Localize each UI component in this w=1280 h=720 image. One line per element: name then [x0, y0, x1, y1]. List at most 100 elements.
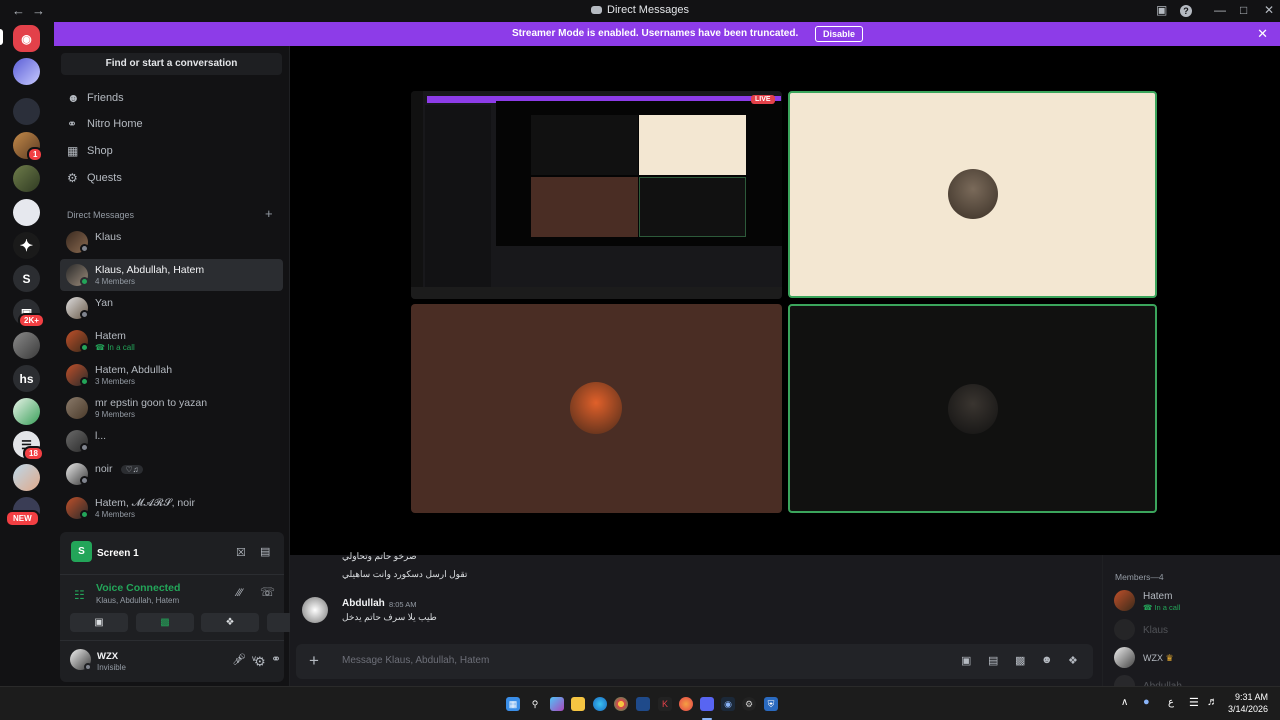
microphone-tray-icon[interactable]: ● [1143, 696, 1150, 708]
search-input[interactable]: Find or start a conversation [61, 53, 282, 75]
chevron-down-icon[interactable]: ∨ [235, 656, 241, 665]
participant-avatar [948, 169, 998, 219]
participant-tile[interactable] [788, 304, 1157, 513]
minimize-icon[interactable]: — [1214, 3, 1226, 17]
search-icon[interactable]: ⚲ [528, 697, 542, 711]
server-icon[interactable] [13, 398, 40, 425]
discord-home-icon[interactable]: ◉ [13, 25, 40, 52]
maximize-icon[interactable]: □ [1240, 3, 1247, 17]
dm-item[interactable]: l... [60, 425, 283, 457]
mention-badge: 1 [27, 147, 44, 162]
composer-placeholder[interactable]: Message Klaus, Abdullah, Hatem [342, 655, 489, 666]
close-window-icon[interactable]: ✕ [1264, 3, 1274, 17]
server-icon[interactable] [13, 58, 40, 85]
screen-share-tile[interactable]: LIVE [411, 91, 782, 299]
inbox-icon[interactable]: ▣ [1156, 3, 1167, 17]
dm-item[interactable]: mr epstin goon to yazan 9 Members [60, 392, 283, 424]
language-indicator[interactable]: ع [1168, 697, 1174, 708]
participant-tile[interactable] [788, 91, 1157, 298]
nav-label: Quests [87, 172, 122, 184]
clock-time[interactable]: 9:31 AM [1230, 692, 1268, 702]
app-icon[interactable]: K [658, 697, 672, 711]
file-explorer-icon[interactable] [571, 697, 585, 711]
voice-status[interactable]: Voice Connected [96, 582, 180, 594]
status-dot [80, 310, 89, 319]
member-item[interactable]: Hatem ☎ In a call [1114, 588, 1274, 614]
sticker-icon[interactable]: ▩ [1015, 654, 1025, 667]
server-icon[interactable] [13, 98, 40, 125]
dm-sub: 3 Members [95, 377, 136, 386]
help-icon[interactable]: ? [1180, 5, 1192, 17]
avatar [1114, 647, 1135, 668]
app-icon[interactable] [636, 697, 650, 711]
chrome-icon[interactable] [614, 697, 628, 711]
settings-gear-icon[interactable]: ⚙ [254, 654, 266, 670]
headphones-icon[interactable]: ⚭ [271, 652, 281, 666]
gif-icon[interactable]: ▤ [988, 654, 998, 667]
discord-icon[interactable] [700, 697, 714, 711]
dm-item[interactable]: Yan [60, 292, 283, 324]
status-dot [80, 377, 89, 386]
gift-icon[interactable]: ▣ [961, 654, 971, 667]
apps-icon[interactable]: ❖ [1068, 654, 1078, 667]
clock-date[interactable]: 3/14/2026 [1226, 704, 1268, 714]
close-banner-icon[interactable]: ✕ [1257, 26, 1268, 42]
dm-sub: ☎ In a call [95, 343, 135, 352]
server-letter-icon[interactable]: S [13, 265, 40, 292]
server-icon[interactable] [13, 464, 40, 491]
camera-button[interactable]: ▣ [70, 613, 128, 632]
member-item[interactable]: WZX ♛ [1114, 645, 1274, 671]
volume-icon[interactable]: ♬ [1207, 696, 1218, 708]
dm-item-selected[interactable]: Klaus, Abdullah, Hatem 4 Members [60, 259, 283, 291]
dm-item[interactable]: Klaus [60, 226, 283, 258]
dm-item[interactable]: Hatem, Abdullah 3 Members [60, 359, 283, 391]
nested-taskbar [411, 287, 782, 299]
nav-label: Friends [87, 92, 124, 104]
nav-nitro-home[interactable]: ⚭ Nitro Home [60, 112, 283, 138]
stop-stream-icon[interactable]: ☒ [236, 546, 246, 559]
defender-icon[interactable]: ⛨ [764, 697, 778, 711]
app-icon[interactable]: ⚙ [742, 697, 756, 711]
copilot-icon[interactable] [550, 697, 564, 711]
dm-name: Hatem [95, 330, 126, 342]
wifi-icon[interactable]: ☰ [1189, 696, 1199, 709]
member-sub: ☎ In a call [1143, 603, 1181, 612]
firefox-icon[interactable] [679, 697, 693, 711]
stream-settings-icon[interactable]: ▤ [260, 545, 270, 558]
voice-channel[interactable]: Klaus, Abdullah, Hatem [96, 596, 179, 605]
message-composer[interactable]: + Message Klaus, Abdullah, Hatem ▣ ▤ ▩ ☻… [296, 644, 1093, 679]
nav-quests[interactable]: ⚙ Quests [60, 166, 283, 192]
chat-area: صرخو حاتم وتحاولي تقول ارسل دسكورد وانت … [290, 551, 1102, 686]
screen-share-button[interactable]: ▩ [136, 613, 194, 632]
dm-item[interactable]: Hatem, 𝓜𝓐𝓡𝓢, noir 4 Members [60, 492, 283, 524]
dm-item[interactable]: Hatem ☎ In a call [60, 325, 283, 357]
dm-name: Yan [95, 297, 113, 309]
participant-tile[interactable] [411, 304, 782, 513]
disconnect-icon[interactable]: ☏ [260, 585, 275, 599]
disable-button[interactable]: Disable [815, 26, 864, 42]
member-item[interactable]: Klaus [1114, 617, 1274, 643]
message-text: صرخو حاتم وتحاولي [342, 551, 417, 561]
nested-sidebar [425, 105, 491, 295]
edge-icon[interactable] [593, 697, 607, 711]
create-dm-icon[interactable]: + [265, 206, 273, 221]
dm-sub: 4 Members [95, 277, 136, 286]
dm-item[interactable]: noir ♡♫ [60, 458, 283, 490]
nav-shop[interactable]: ▦ Shop [60, 139, 283, 165]
server-letter-icon[interactable]: hs [13, 365, 40, 392]
server-icon[interactable] [13, 332, 40, 359]
noise-suppression-icon[interactable]: ⁄⁄⁄ [237, 587, 243, 599]
message-author[interactable]: Abdullah [342, 598, 385, 609]
activities-button[interactable]: ❖ [201, 613, 259, 632]
sparkle-server-icon[interactable]: ✦ [13, 232, 40, 259]
nav-friends[interactable]: ☻ Friends [60, 86, 283, 112]
steam-icon[interactable]: ◉ [721, 697, 735, 711]
tray-chevron-icon[interactable]: ∧ [1121, 697, 1128, 708]
server-icon[interactable] [13, 165, 40, 192]
author-avatar[interactable] [302, 597, 328, 623]
emoji-icon[interactable]: ☻ [1041, 654, 1053, 666]
start-icon[interactable]: ▦ [506, 697, 520, 711]
user-name[interactable]: WZX [97, 651, 118, 662]
add-attachment-icon[interactable]: + [309, 651, 319, 671]
server-icon[interactable] [13, 199, 40, 226]
